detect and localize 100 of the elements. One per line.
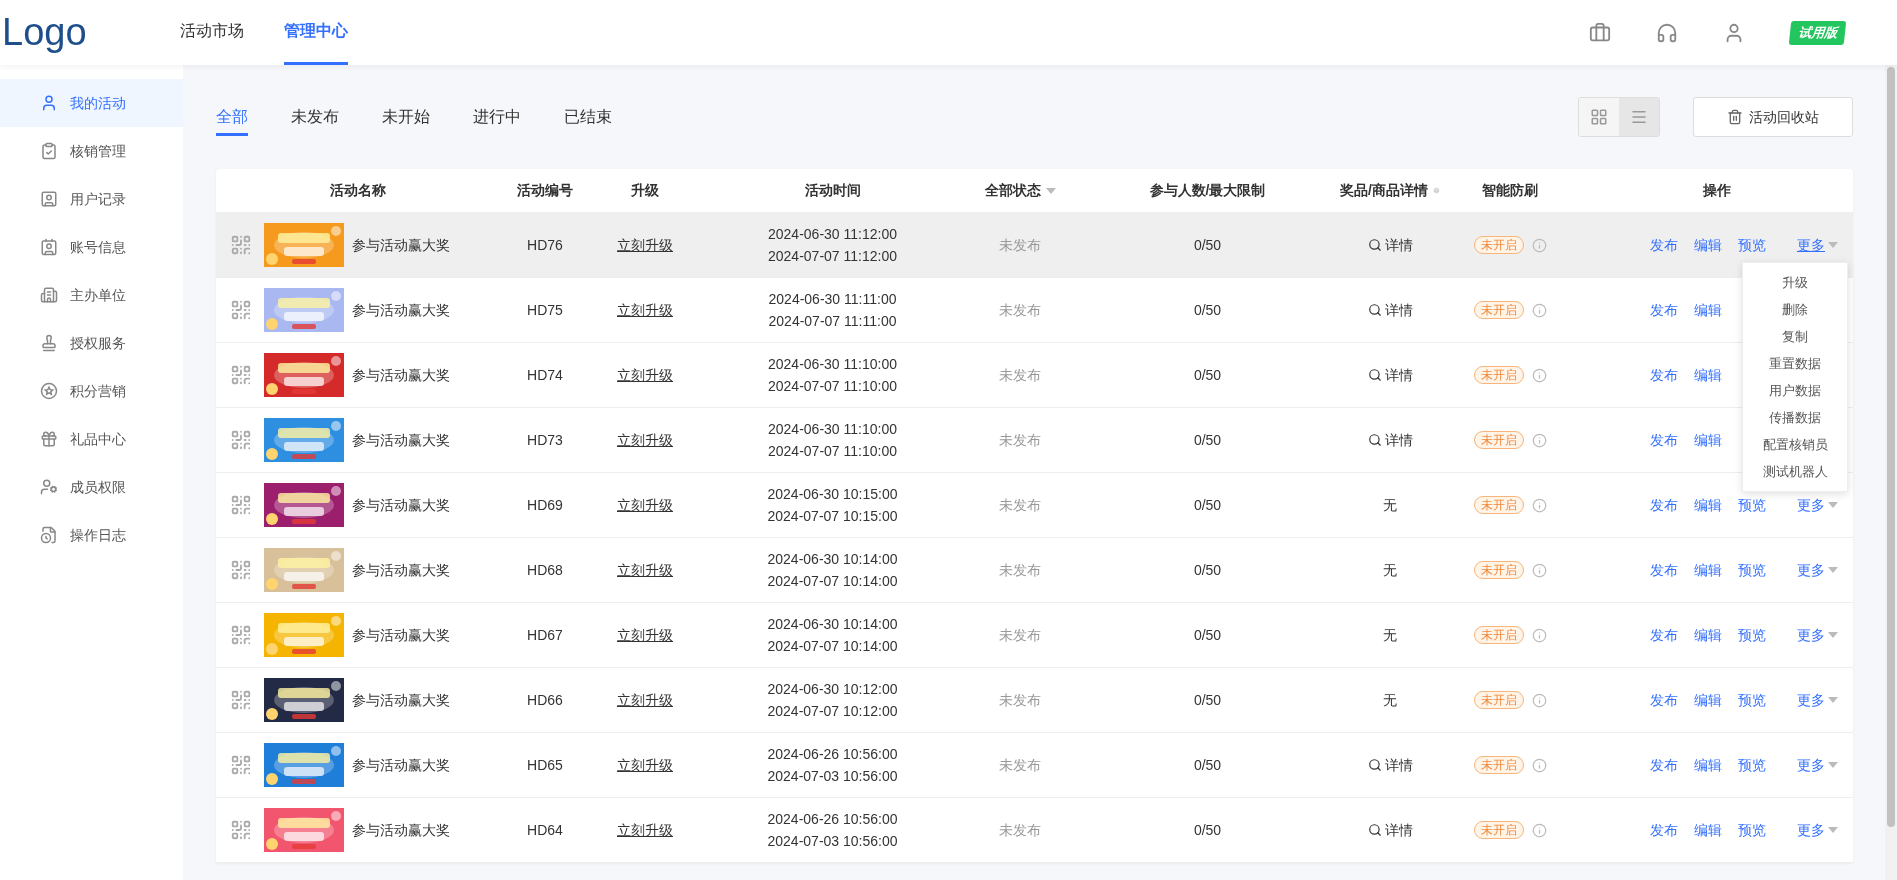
qr-code-icon[interactable] (230, 234, 252, 256)
qr-code-icon[interactable] (230, 819, 252, 841)
action-link[interactable]: 发布 (1650, 429, 1678, 451)
sidebar-item[interactable]: 用户记录 (0, 175, 183, 223)
menu-item[interactable]: 复制 (1743, 323, 1847, 350)
action-link[interactable]: 编辑 (1694, 299, 1722, 321)
action-link[interactable]: 发布 (1650, 624, 1678, 646)
info-icon[interactable] (1531, 497, 1547, 513)
upgrade-link[interactable]: 立刻升级 (617, 819, 673, 841)
info-icon[interactable] (1531, 562, 1547, 578)
more-dropdown[interactable]: 更多 (1797, 234, 1838, 256)
upgrade-link[interactable]: 立刻升级 (617, 429, 673, 451)
action-link[interactable]: 发布 (1650, 754, 1678, 776)
upgrade-link[interactable]: 立刻升级 (617, 559, 673, 581)
sidebar-item[interactable]: 积分营销 (0, 367, 183, 415)
sidebar-item[interactable]: 主办单位 (0, 271, 183, 319)
upgrade-link[interactable]: 立刻升级 (617, 624, 673, 646)
sidebar-item[interactable]: 账号信息 (0, 223, 183, 271)
prize-details-link[interactable]: 详情 (1367, 299, 1413, 321)
qr-code-icon[interactable] (230, 624, 252, 646)
grid-view-button[interactable] (1579, 98, 1619, 136)
qr-code-icon[interactable] (230, 559, 252, 581)
prize-details-link[interactable]: 详情 (1367, 754, 1413, 776)
menu-item[interactable]: 测试机器人 (1743, 458, 1847, 485)
info-icon[interactable] (1531, 692, 1547, 708)
qr-code-icon[interactable] (230, 299, 252, 321)
qr-code-icon[interactable] (230, 754, 252, 776)
action-link[interactable]: 预览 (1738, 754, 1766, 776)
nav-link[interactable]: 活动市场 (180, 0, 244, 65)
headset-icon[interactable] (1656, 21, 1678, 44)
action-link[interactable]: 预览 (1738, 624, 1766, 646)
info-icon[interactable] (1531, 302, 1547, 318)
more-dropdown[interactable]: 更多 (1797, 624, 1838, 646)
action-link[interactable]: 发布 (1650, 819, 1678, 841)
qr-code-icon[interactable] (230, 494, 252, 516)
info-icon[interactable] (1531, 627, 1547, 643)
menu-item[interactable]: 用户数据 (1743, 377, 1847, 404)
upgrade-link[interactable]: 立刻升级 (617, 494, 673, 516)
more-dropdown[interactable]: 更多 (1797, 689, 1838, 711)
filter-tab[interactable]: 未发布 (291, 98, 339, 136)
action-link[interactable]: 编辑 (1694, 559, 1722, 581)
action-link[interactable]: 编辑 (1694, 624, 1722, 646)
upgrade-link[interactable]: 立刻升级 (617, 689, 673, 711)
filter-tab[interactable]: 已结束 (564, 98, 612, 136)
menu-item[interactable]: 升级 (1743, 269, 1847, 296)
menu-item[interactable]: 重置数据 (1743, 350, 1847, 377)
action-link[interactable]: 发布 (1650, 689, 1678, 711)
sidebar-item[interactable]: 礼品中心 (0, 415, 183, 463)
more-dropdown[interactable]: 更多 (1797, 819, 1838, 841)
action-link[interactable]: 编辑 (1694, 234, 1722, 256)
menu-item[interactable]: 配置核销员 (1743, 431, 1847, 458)
action-link[interactable]: 编辑 (1694, 429, 1722, 451)
action-link[interactable]: 预览 (1738, 559, 1766, 581)
filter-tab[interactable]: 全部 (216, 98, 248, 136)
sidebar-item[interactable]: 授权服务 (0, 319, 183, 367)
action-link[interactable]: 发布 (1650, 364, 1678, 386)
filter-tab[interactable]: 进行中 (473, 98, 521, 136)
action-link[interactable]: 编辑 (1694, 689, 1722, 711)
action-link[interactable]: 编辑 (1694, 754, 1722, 776)
upgrade-link[interactable]: 立刻升级 (617, 364, 673, 386)
info-icon[interactable] (1531, 367, 1547, 383)
more-dropdown[interactable]: 更多 (1797, 754, 1838, 776)
sidebar-item[interactable]: 核销管理 (0, 127, 183, 175)
more-dropdown[interactable]: 更多 (1797, 494, 1838, 516)
prize-details-link[interactable]: 详情 (1367, 429, 1413, 451)
qr-code-icon[interactable] (230, 364, 252, 386)
action-link[interactable]: 编辑 (1694, 494, 1722, 516)
action-link[interactable]: 预览 (1738, 234, 1766, 256)
action-link[interactable]: 预览 (1738, 494, 1766, 516)
menu-item[interactable]: 传播数据 (1743, 404, 1847, 431)
action-link[interactable]: 编辑 (1694, 364, 1722, 386)
action-link[interactable]: 预览 (1738, 689, 1766, 711)
filter-tab[interactable]: 未开始 (382, 98, 430, 136)
prize-details-link[interactable]: 详情 (1367, 364, 1413, 386)
upgrade-link[interactable]: 立刻升级 (617, 754, 673, 776)
info-icon[interactable] (1531, 757, 1547, 773)
nav-link[interactable]: 管理中心 (284, 0, 348, 65)
action-link[interactable]: 发布 (1650, 234, 1678, 256)
action-link[interactable]: 发布 (1650, 559, 1678, 581)
qr-code-icon[interactable] (230, 689, 252, 711)
recycle-bin-button[interactable]: 活动回收站 (1693, 97, 1853, 137)
briefcase-icon[interactable] (1589, 21, 1611, 44)
menu-item[interactable]: 删除 (1743, 296, 1847, 323)
upgrade-link[interactable]: 立刻升级 (617, 299, 673, 321)
more-dropdown[interactable]: 更多 (1797, 559, 1838, 581)
column-header[interactable]: 全部状态 (984, 180, 1041, 201)
sidebar-item[interactable]: 我的活动 (0, 79, 183, 127)
action-link[interactable]: 发布 (1650, 494, 1678, 516)
info-icon[interactable] (1531, 432, 1547, 448)
info-icon[interactable] (1531, 237, 1547, 253)
action-link[interactable]: 预览 (1738, 819, 1766, 841)
qr-code-icon[interactable] (230, 429, 252, 451)
scrollbar[interactable] (1885, 65, 1897, 880)
action-link[interactable]: 发布 (1650, 299, 1678, 321)
sidebar-item[interactable]: 操作日志 (0, 511, 183, 559)
action-link[interactable]: 编辑 (1694, 819, 1722, 841)
prize-details-link[interactable]: 详情 (1367, 819, 1413, 841)
upgrade-link[interactable]: 立刻升级 (617, 234, 673, 256)
info-icon[interactable] (1531, 822, 1547, 838)
sidebar-item[interactable]: 成员权限 (0, 463, 183, 511)
